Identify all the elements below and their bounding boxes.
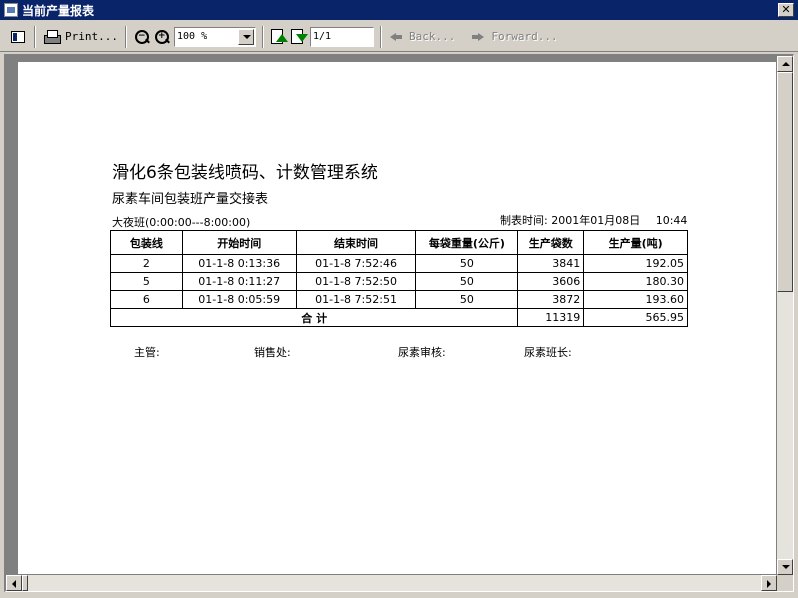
vertical-scroll-thumb[interactable] (777, 72, 793, 292)
column-header: 开始时间 (181, 230, 297, 255)
window-title: 当前产量报表 (22, 3, 95, 18)
title-bar: 当前产量报表 ✕ (0, 0, 798, 20)
back-button[interactable]: Back... (386, 26, 458, 48)
app-icon (4, 3, 18, 17)
total-row: 合 计 11319 565.95 (109, 308, 688, 327)
back-label: Back... (408, 30, 456, 43)
report-viewport: 滑化6条包装线喷码、计数管理系统 尿素车间包装班产量交接表 大夜班(0:00:0… (4, 54, 794, 592)
report-date: 制表时间: 2001年01月08日 10:44 (500, 212, 687, 228)
table-cell: 50 (415, 254, 519, 273)
close-button[interactable]: ✕ (778, 3, 794, 17)
shift-label: 大夜班(0:00:00---8:00:00) (112, 216, 251, 229)
zoom-value: 100 % (176, 31, 208, 42)
panel-icon (11, 30, 25, 43)
table-row: 6 01-1-8 0:05:59 01-1-8 7:52:51 50 3872 … (110, 290, 688, 309)
table-row: 2 01-1-8 0:13:36 01-1-8 7:52:46 50 3841 … (110, 254, 688, 273)
table-cell: 01-1-8 0:13:36 (181, 254, 297, 273)
production-table: 包装线 开始时间 结束时间 每袋重量(公斤) 生产袋数 生产量(吨) 2 01-… (109, 230, 688, 327)
column-header: 生产袋数 (517, 230, 585, 255)
table-cell: 3841 (517, 254, 585, 273)
date-value: 2001年01月08日 (551, 214, 641, 227)
table-cell: 01-1-8 7:52:50 (295, 272, 417, 291)
table-cell: 192.05 (583, 254, 688, 273)
printer-icon (43, 29, 61, 44)
arrow-right-icon (471, 30, 485, 44)
signature-review: 尿素审核: (398, 346, 446, 359)
column-header: 包装线 (110, 230, 183, 255)
scroll-up-button[interactable] (777, 56, 793, 72)
report-page: 滑化6条包装线喷码、计数管理系统 尿素车间包装班产量交接表 大夜班(0:00:0… (18, 62, 776, 574)
table-header-row: 包装线 开始时间 结束时间 每袋重量(公斤) 生产袋数 生产量(吨) (110, 230, 688, 255)
total-label: 合 计 (109, 308, 519, 327)
forward-button[interactable]: Forward... (468, 26, 560, 48)
toolbar: Print... − + 100 % 1/1 Back... Forward..… (0, 22, 798, 52)
time-value: 10:44 (655, 214, 688, 227)
page-up-icon (269, 28, 288, 46)
table-cell: 3872 (517, 290, 585, 309)
total-bags: 11319 (517, 308, 585, 327)
page-down-icon (289, 28, 308, 46)
table-cell: 180.30 (583, 272, 688, 291)
vertical-scrollbar[interactable] (777, 56, 793, 575)
total-output: 565.95 (583, 308, 688, 327)
toolbar-separator (124, 25, 127, 48)
arrow-left-icon (389, 30, 403, 44)
report-title: 滑化6条包装线喷码、计数管理系统 (112, 163, 378, 183)
table-cell: 3606 (517, 272, 585, 291)
horizontal-scrollbar[interactable] (6, 575, 777, 591)
zoom-in-icon: + (154, 29, 170, 45)
scroll-down-button[interactable] (777, 559, 793, 575)
toolbar-separator (34, 25, 36, 48)
forward-label: Forward... (491, 30, 558, 43)
report-subtitle: 尿素车间包装班产量交接表 (112, 192, 269, 207)
date-label: 制表时间: (500, 214, 548, 227)
zoom-out-icon: − (134, 29, 150, 45)
signature-shift-leader: 尿素班长: (524, 346, 572, 359)
page-number-input[interactable]: 1/1 (309, 26, 374, 47)
table-cell: 01-1-8 0:11:27 (181, 272, 297, 291)
table-cell: 50 (415, 290, 519, 309)
zoom-in-button[interactable]: + (153, 26, 171, 48)
column-header: 每袋重量(公斤) (415, 230, 519, 255)
toggle-outline-button[interactable] (6, 26, 30, 48)
scroll-right-button[interactable] (761, 575, 777, 591)
table-cell: 01-1-8 7:52:46 (295, 254, 417, 273)
next-page-button[interactable] (288, 26, 308, 48)
zoom-out-button[interactable]: − (131, 26, 153, 48)
zoom-select[interactable]: 100 % (173, 26, 256, 47)
chevron-down-icon[interactable] (237, 28, 254, 45)
table-cell: 50 (415, 272, 519, 291)
signature-sales: 销售处: (254, 346, 291, 359)
table-cell: 2 (110, 254, 183, 273)
table-cell: 193.60 (583, 290, 688, 309)
scrollbar-corner (777, 575, 793, 591)
table-cell: 01-1-8 7:52:51 (295, 290, 417, 309)
toolbar-separator (261, 25, 264, 48)
horizontal-scroll-thumb[interactable] (22, 575, 28, 591)
table-cell: 5 (110, 272, 183, 291)
signature-supervisor: 主管: (134, 346, 160, 359)
print-button[interactable]: Print... (40, 26, 121, 48)
table-row: 5 01-1-8 0:11:27 01-1-8 7:52:50 50 3606 … (110, 272, 688, 291)
column-header: 结束时间 (295, 230, 417, 255)
scroll-left-button[interactable] (6, 575, 22, 591)
column-header: 生产量(吨) (583, 230, 688, 255)
toolbar-separator (379, 25, 382, 48)
previous-page-button[interactable] (268, 26, 288, 48)
table-cell: 01-1-8 0:05:59 (181, 290, 297, 309)
table-cell: 6 (110, 290, 183, 309)
print-label: Print... (65, 30, 118, 43)
